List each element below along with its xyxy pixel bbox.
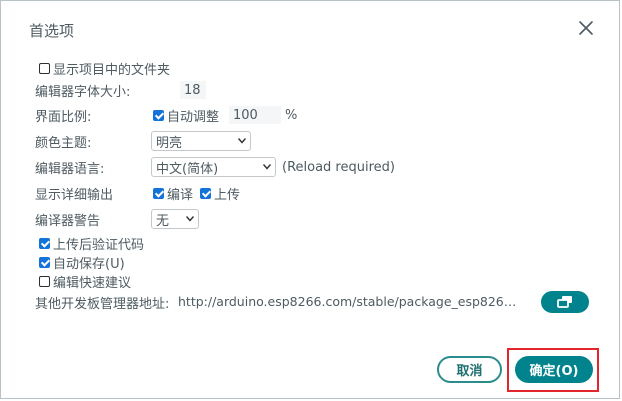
reload-note-row: (Reload required)	[282, 157, 395, 177]
board-manager-urls-button[interactable]	[541, 291, 589, 313]
board-manager-urls-label: 其他开发板管理器地址:	[35, 296, 170, 312]
show-files-checkbox-row[interactable]: 显示项目中的文件夹	[39, 58, 170, 78]
auto-save-label: 自动保存(U)	[53, 256, 125, 272]
interface-scale-input[interactable]: 100	[228, 105, 282, 125]
preferences-dialog: 首选项 显示项目中的文件夹 编辑器字体大小: 18 界面比例: 自动调整 100…	[0, 0, 620, 399]
show-files-checkbox[interactable]	[39, 62, 50, 74]
verbose-upload-checkbox-row[interactable]: 上传	[200, 183, 240, 203]
compiler-warnings-label: 编译器警告	[35, 213, 101, 229]
auto-save-checkbox[interactable]	[39, 256, 50, 268]
chevron-down-icon	[263, 164, 271, 170]
chevron-down-icon	[186, 216, 194, 222]
ok-button-highlight	[507, 348, 599, 392]
show-files-label: 显示项目中的文件夹	[53, 62, 171, 78]
theme-select[interactable]: 明亮	[151, 131, 251, 151]
verbose-upload-label: 上传	[214, 187, 241, 203]
board-manager-urls-row: 其他开发板管理器地址:	[35, 292, 175, 312]
percent-unit: %	[285, 107, 298, 123]
interface-scale-label: 界面比例:	[35, 109, 92, 125]
font-size-row: 编辑器字体大小:	[35, 80, 185, 100]
auto-scale-label: 自动调整	[167, 109, 220, 125]
theme-value: 明亮	[156, 136, 183, 151]
verbose-compile-checkbox-row[interactable]: 编译	[153, 183, 193, 203]
language-select[interactable]: 中文(简体)	[151, 157, 276, 177]
verify-upload-checkbox-row[interactable]: 上传后验证代码	[39, 233, 144, 253]
interface-scale-unit: %	[285, 105, 297, 125]
chevron-down-icon	[238, 138, 246, 144]
verbose-upload-checkbox[interactable]	[200, 187, 211, 199]
auto-scale-checkbox-row[interactable]: 自动调整	[153, 105, 219, 125]
quick-suggestions-label: 编辑快速建议	[53, 275, 132, 291]
close-icon[interactable]	[577, 19, 595, 37]
font-size-label: 编辑器字体大小:	[35, 84, 131, 100]
verify-upload-label: 上传后验证代码	[53, 237, 145, 253]
dialog-title: 首选项	[29, 22, 75, 40]
compiler-warnings-value: 无	[156, 214, 170, 229]
language-label: 编辑器语言:	[35, 161, 105, 177]
verbose-output-label: 显示详细输出	[35, 187, 114, 203]
auto-scale-checkbox[interactable]	[153, 109, 164, 121]
reload-note: (Reload required)	[282, 159, 395, 175]
verify-upload-checkbox[interactable]	[39, 237, 50, 249]
open-in-window-icon	[557, 296, 572, 308]
font-size-input[interactable]: 18	[179, 80, 207, 100]
theme-label: 颜色主题:	[35, 135, 92, 151]
board-manager-urls-input[interactable]: http://arduino.esp8266.com/stable/packag…	[173, 291, 529, 313]
quick-suggestions-checkbox[interactable]	[39, 275, 50, 287]
auto-save-checkbox-row[interactable]: 自动保存(U)	[39, 252, 125, 272]
compiler-warnings-select[interactable]: 无	[151, 209, 199, 229]
language-value: 中文(简体)	[156, 162, 219, 177]
verbose-compile-label: 编译	[167, 187, 194, 203]
verbose-compile-checkbox[interactable]	[153, 187, 164, 199]
cancel-button[interactable]: 取消	[437, 356, 502, 383]
quick-suggestions-checkbox-row[interactable]: 编辑快速建议	[39, 271, 131, 291]
